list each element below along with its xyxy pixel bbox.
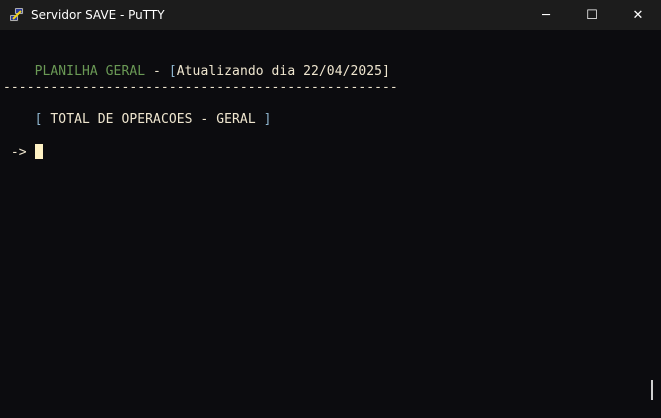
bracket-close: ] [382,64,390,79]
minimize-button[interactable]: ─ [523,0,569,30]
scrollbar[interactable] [643,30,661,418]
text-cursor [34,144,43,159]
section-title: TOTAL DE OPERACOES - GERAL [42,112,264,127]
sheet-title: PLANILHA GERAL [34,64,146,79]
close-button[interactable]: ✕ [615,0,661,30]
scrollbar-thumb[interactable] [651,380,653,400]
prompt-line[interactable]: -> [3,144,43,160]
maximize-button[interactable]: ☐ [569,0,615,30]
separator-line: ----------------------------------------… [3,80,398,95]
terminal-area[interactable]: PLANILHA GERAL - [Atualizando dia 22/04/… [0,30,643,418]
title-bar: Servidor SAVE - PuTTY ─ ☐ ✕ [0,0,661,30]
update-date: Atualizando dia 22/04/2025 [176,64,383,79]
bracket-open: [ [34,112,43,127]
title-separator: - [145,64,169,79]
section-line: [ TOTAL DE OPERACOES - GERAL ] [3,112,272,128]
prompt: -> [10,145,27,160]
bracket-open: [ [168,64,177,79]
window-title: Servidor SAVE - PuTTY [31,8,165,22]
putty-icon [10,8,24,22]
header-line: PLANILHA GERAL - [Atualizando dia 22/04/… [3,64,390,80]
bracket-close: ] [263,112,272,127]
